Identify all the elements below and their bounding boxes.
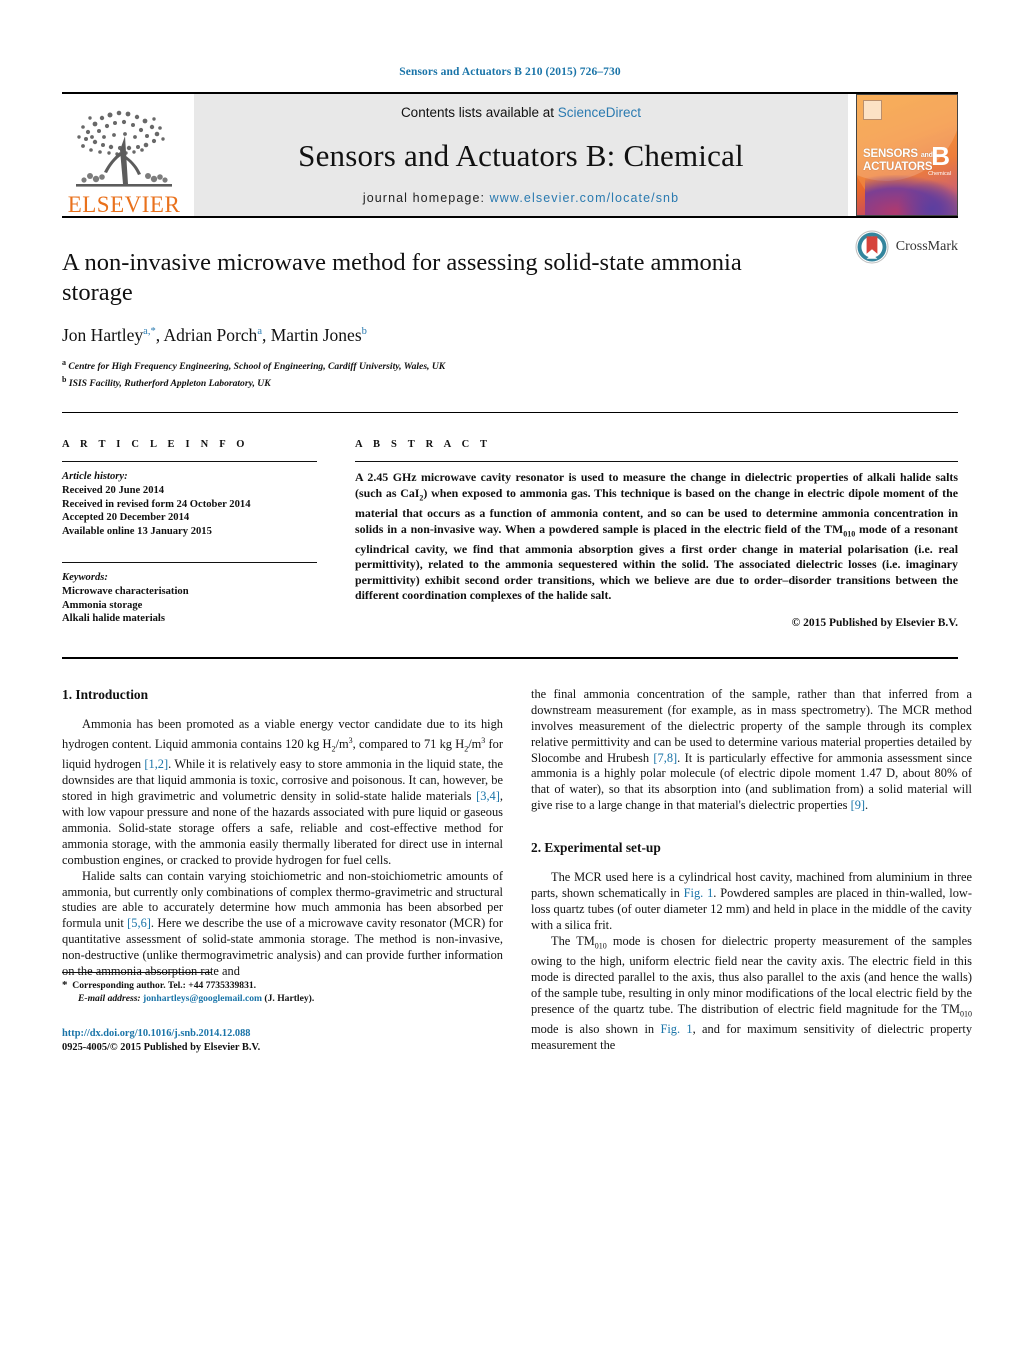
elsevier-logo: ELSEVIER [62,94,186,216]
footnote-rule [62,972,212,974]
paper-page: Sensors and Actuators B 210 (2015) 726–7… [0,0,1020,1351]
elsevier-tree-icon [76,110,172,187]
elsevier-wordmark: ELSEVIER [67,192,181,217]
cover-letter-b: B [931,141,950,171]
journal-title: Sensors and Actuators B: Chemical [298,137,744,173]
corresponding-author-note: * Corresponding author. Tel.: +44 773533… [62,979,503,1005]
contents-prefix: Contents lists available at [400,105,558,120]
sciencedirect-link[interactable]: ScienceDirect [558,105,641,120]
abstract-rule [355,461,958,463]
cover-subtitle: Chemical [928,171,951,177]
crossmark-label: CrossMark [895,239,958,254]
abstract-column: A B S T R A C T A 2.45 GHz microwave cav… [355,439,958,629]
paragraph: The MCR used here is a cylindrical host … [531,870,972,932]
doi-block: http://dx.doi.org/10.1016/j.snb.2014.12.… [62,1027,503,1054]
keyword-item: Alkali halide materials [62,613,165,625]
running-head: Sensors and Actuators B 210 (2015) 726–7… [399,66,621,78]
journal-masthead: ELSEVIER Contents lists available at Sci… [62,92,958,216]
keyword-item: Microwave characterisation [62,585,189,597]
article-info-column: A R T I C L E I N F O Article history: R… [62,439,317,629]
article-info-rule [62,461,317,463]
keywords-rule [62,562,317,564]
email-label: E-mail address: [78,992,141,1004]
affiliation-a: a Centre for High Frequency Engineering,… [62,357,958,374]
crossmark-icon [855,230,889,264]
body-column-left: 1. Introduction Ammonia has been promote… [62,687,503,1054]
abstract-heading: A B S T R A C T [355,439,492,451]
article-info-heading: A R T I C L E I N F O [62,439,249,451]
article-history-block: Article history: Received 20 June 2014 R… [62,470,317,538]
page-title: A non-invasive microwave method for asse… [62,249,742,306]
email-owner: (J. Hartley). [264,992,315,1004]
paragraph: the final ammonia concentration of the s… [531,686,972,813]
author-list: Jon Hartleya,*, Adrian Porcha, Martin Jo… [62,325,367,345]
email-line: E-mail address: jonhartleys@googlemail.c… [62,993,503,1005]
footnote-zone: * Corresponding author. Tel.: +44 773533… [62,972,503,1054]
homepage-url-link[interactable]: www.elsevier.com/locate/snb [490,191,680,205]
affiliation-text-a: Centre for High Frequency Engineering, S… [68,361,446,373]
journal-cover-image: SENSORS and ACTUATORS B Chemical [856,94,958,216]
paragraph: Halide salts can contain varying stoichi… [62,868,503,979]
history-item: Received 20 June 2014 [62,484,165,496]
affiliation-marker-b: b [62,374,67,384]
keyword-item: Ammonia storage [62,599,143,611]
title-block: CrossMark A non-invasive microwave metho… [62,216,958,390]
crossmark-badge[interactable]: CrossMark [855,230,958,264]
abstract-text: A 2.45 GHz microwave cavity resonator is… [355,470,958,603]
keywords-block: Keywords: Microwave characterisation Amm… [62,571,317,625]
history-item: Received in revised form 24 October 2014 [62,498,251,510]
contents-line: Contents lists available at ScienceDirec… [401,105,641,120]
history-item: Accepted 20 December 2014 [62,512,190,524]
paragraph: The TM010 mode is chosen for dielectric … [531,933,973,1053]
homepage-prefix: journal homepage: [362,191,490,205]
keywords-label: Keywords: [62,572,108,584]
paragraph: Ammonia has been promoted as a viable en… [62,716,503,867]
cover-elsevier-box-icon [863,100,882,120]
affiliation-b: b ISIS Facility, Rutherford Appleton Lab… [62,374,958,391]
section-heading-experimental: 2. Experimental set-up [531,840,661,856]
cover-blob-purple [897,179,957,215]
article-history-label: Article history: [62,471,128,483]
journal-homepage-line: journal homepage: www.elsevier.com/locat… [363,191,679,205]
history-item: Available online 13 January 2015 [62,525,212,537]
corresponding-author-line: * Corresponding author. Tel.: +44 773533… [62,979,257,992]
affiliation-text-b: ISIS Facility, Rutherford Appleton Labor… [68,377,271,389]
affiliation-marker-a: a [62,358,66,367]
cover-line1: SENSORS [863,148,918,160]
email-link[interactable]: jonhartleys@googlemail.com [143,993,262,1004]
body-columns: 1. Introduction Ammonia has been promote… [62,656,972,1054]
doi-link[interactable]: http://dx.doi.org/10.1016/j.snb.2014.12.… [62,1027,503,1040]
body-column-right: the final ammonia concentration of the s… [531,687,972,1054]
section-heading-introduction: 1. Introduction [62,686,149,702]
info-abstract-row: A R T I C L E I N F O Article history: R… [62,412,958,629]
issn-copyright-line: 0925-4005/© 2015 Published by Elsevier B… [62,1041,261,1053]
cover-title: SENSORS and ACTUATORS [863,148,933,173]
cover-line2: ACTUATORS [863,160,933,173]
affiliations: a Centre for High Frequency Engineering,… [62,357,958,390]
abstract-copyright: © 2015 Published by Elsevier B.V. [791,616,958,629]
masthead-center: Contents lists available at ScienceDirec… [194,94,848,216]
